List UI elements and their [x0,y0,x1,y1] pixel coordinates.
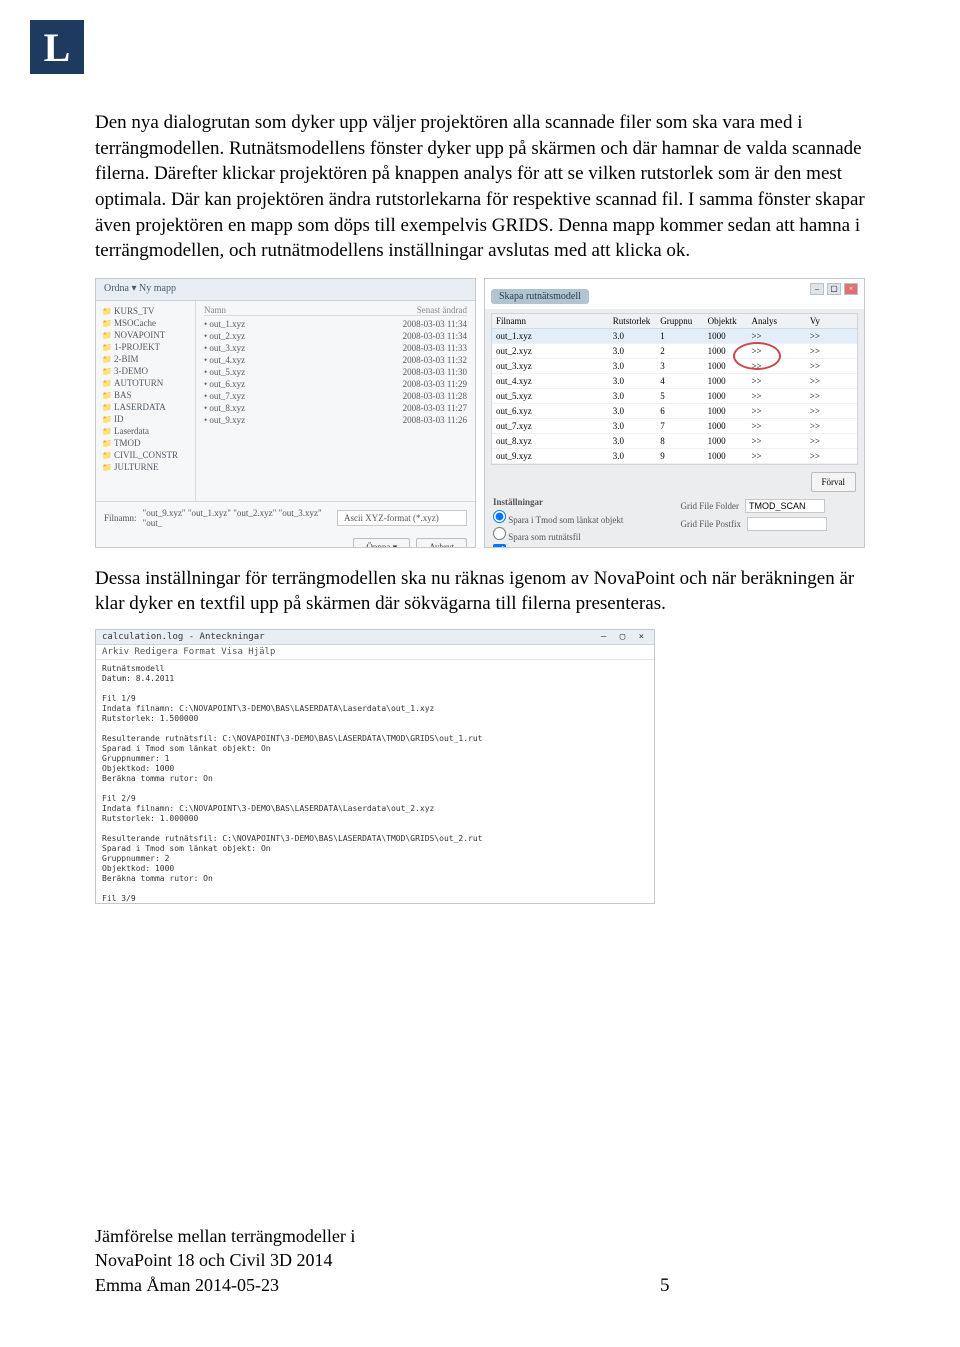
tree-item[interactable]: BAS [102,389,189,401]
footer-line-3: Emma Åman 2014-05-23 [95,1273,355,1297]
minimize-icon[interactable]: – [810,283,824,295]
file-row[interactable]: • out_6.xyz2008-03-03 11:29 [204,378,467,390]
log-minimize-icon[interactable]: – [597,632,610,642]
file-row[interactable]: • out_1.xyz2008-03-03 11:34 [204,318,467,330]
tree-item[interactable]: NOVAPOINT [102,329,189,341]
gm-th-rutstorlek: Rutstorlek [609,314,656,328]
fb-file-list[interactable]: Namn Senast ändrad • out_1.xyz2008-03-03… [196,301,475,501]
gm-opt-rutnat[interactable]: Spara som rutnätsfil [493,526,669,543]
gm-postfix-input[interactable] [747,517,827,531]
fb-format-select[interactable]: Ascii XYZ-format (*.xyz) [337,510,467,526]
gm-postfix-label: Grid File Postfix [681,519,742,529]
page-number: 5 [660,1275,670,1297]
gm-table[interactable]: Filnamn Rutstorlek Gruppnu Objektk Analy… [491,313,858,465]
figure-calc-log: calculation.log - Anteckningar – ▢ × Ark… [95,629,655,904]
file-row[interactable]: • out_4.xyz2008-03-03 11:32 [204,354,467,366]
tree-item[interactable]: CIVIL_CONSTR [102,449,189,461]
log-menu[interactable]: Arkiv Redigera Format Visa Hjälp [96,645,654,660]
footer: Jämförelse mellan terrängmodeller i Nova… [95,1224,355,1297]
table-row[interactable]: out_6.xyz3.061000>>>> [492,404,857,419]
gm-th-filnamn: Filnamn [492,314,609,328]
gm-title-badge: Skapa rutnätsmodell [491,289,589,304]
tree-item[interactable]: Laserdata [102,425,189,437]
tree-item[interactable]: KURS_TV [102,305,189,317]
tree-item[interactable]: 3-DEMO [102,365,189,377]
file-row[interactable]: • out_3.xyz2008-03-03 11:33 [204,342,467,354]
tree-item[interactable]: JULTURNE [102,461,189,473]
table-row[interactable]: out_5.xyz3.051000>>>> [492,389,857,404]
gm-settings-label: Inställningar [493,497,669,507]
table-row[interactable]: out_2.xyz3.021000>>>> [492,344,857,359]
fb-tree[interactable]: KURS_TVMSOCacheNOVAPOINT1-PROJEKT2-BIM3-… [96,301,196,501]
gm-th-objekt: Objektk [704,314,748,328]
gm-th-analys: Analys [747,314,805,328]
fb-toolbar[interactable]: Ordna ▾ Ny mapp [96,279,475,301]
fb-open-button[interactable]: Öppna ▾ [353,538,410,548]
fb-filnamn-label: Filnamn: [104,513,137,523]
tree-item[interactable]: 2-BIM [102,353,189,365]
paragraph-2: Dessa inställningar för terrängmodellen … [95,566,865,617]
file-row[interactable]: • out_8.xyz2008-03-03 11:27 [204,402,467,414]
file-row[interactable]: • out_5.xyz2008-03-03 11:30 [204,366,467,378]
tree-item[interactable]: TMOD [102,437,189,449]
fb-filnamn-value: "out_9.xyz" "out_1.xyz" "out_2.xyz" "out… [143,508,331,528]
fb-col-name: Namn [204,305,226,315]
gm-folder-input[interactable] [745,499,825,513]
file-row[interactable]: • out_2.xyz2008-03-03 11:34 [204,330,467,342]
file-row[interactable]: • out_9.xyz2008-03-03 11:26 [204,414,467,426]
figure-file-browser: Ordna ▾ Ny mapp KURS_TVMSOCacheNOVAPOINT… [95,278,476,548]
gm-th-vy: Vy [806,314,857,328]
tree-item[interactable]: LASERDATA [102,401,189,413]
log-maximize-icon[interactable]: ▢ [616,632,629,642]
table-row[interactable]: out_1.xyz3.011000>>>> [492,329,857,344]
close-icon[interactable]: × [844,283,858,295]
footer-line-1: Jämförelse mellan terrängmodeller i [95,1224,355,1248]
logo: L [30,20,84,74]
forval-button[interactable]: Förval [811,472,857,492]
fb-col-date: Senast ändrad [417,305,467,315]
gm-th-grupp: Gruppnu [656,314,703,328]
tree-item[interactable]: AUTOTURN [102,377,189,389]
paragraph-1: Den nya dialogrutan som dyker upp väljer… [95,110,865,264]
file-row[interactable]: • out_7.xyz2008-03-03 11:28 [204,390,467,402]
table-row[interactable]: out_9.xyz3.091000>>>> [492,449,857,464]
table-row[interactable]: out_4.xyz3.041000>>>> [492,374,857,389]
gm-folder-label: Grid File Folder [681,501,740,511]
gm-opt-empty[interactable]: Beräkna tomma rutor [493,543,669,548]
footer-line-2: NovaPoint 18 och Civil 3D 2014 [95,1248,355,1272]
log-close-icon[interactable]: × [635,632,648,642]
table-row[interactable]: out_3.xyz3.031000>>>> [492,359,857,374]
tree-item[interactable]: MSOCache [102,317,189,329]
figure-grid-dialog: Skapa rutnätsmodell – ▢ × Filnamn Rutsto… [484,278,865,548]
log-title: calculation.log - Anteckningar [102,632,265,642]
gm-opt-linked[interactable]: Spara i Tmod som länkat objekt [493,509,669,526]
fb-cancel-button[interactable]: Avbryt [416,538,467,548]
tree-item[interactable]: ID [102,413,189,425]
table-row[interactable]: out_7.xyz3.071000>>>> [492,419,857,434]
table-row[interactable]: out_8.xyz3.081000>>>> [492,434,857,449]
maximize-icon[interactable]: ▢ [827,283,841,295]
tree-item[interactable]: 1-PROJEKT [102,341,189,353]
log-body: Rutnätsmodell Datum: 8.4.2011 Fil 1/9 In… [96,660,654,903]
figures-row: Ordna ▾ Ny mapp KURS_TVMSOCacheNOVAPOINT… [95,278,865,548]
